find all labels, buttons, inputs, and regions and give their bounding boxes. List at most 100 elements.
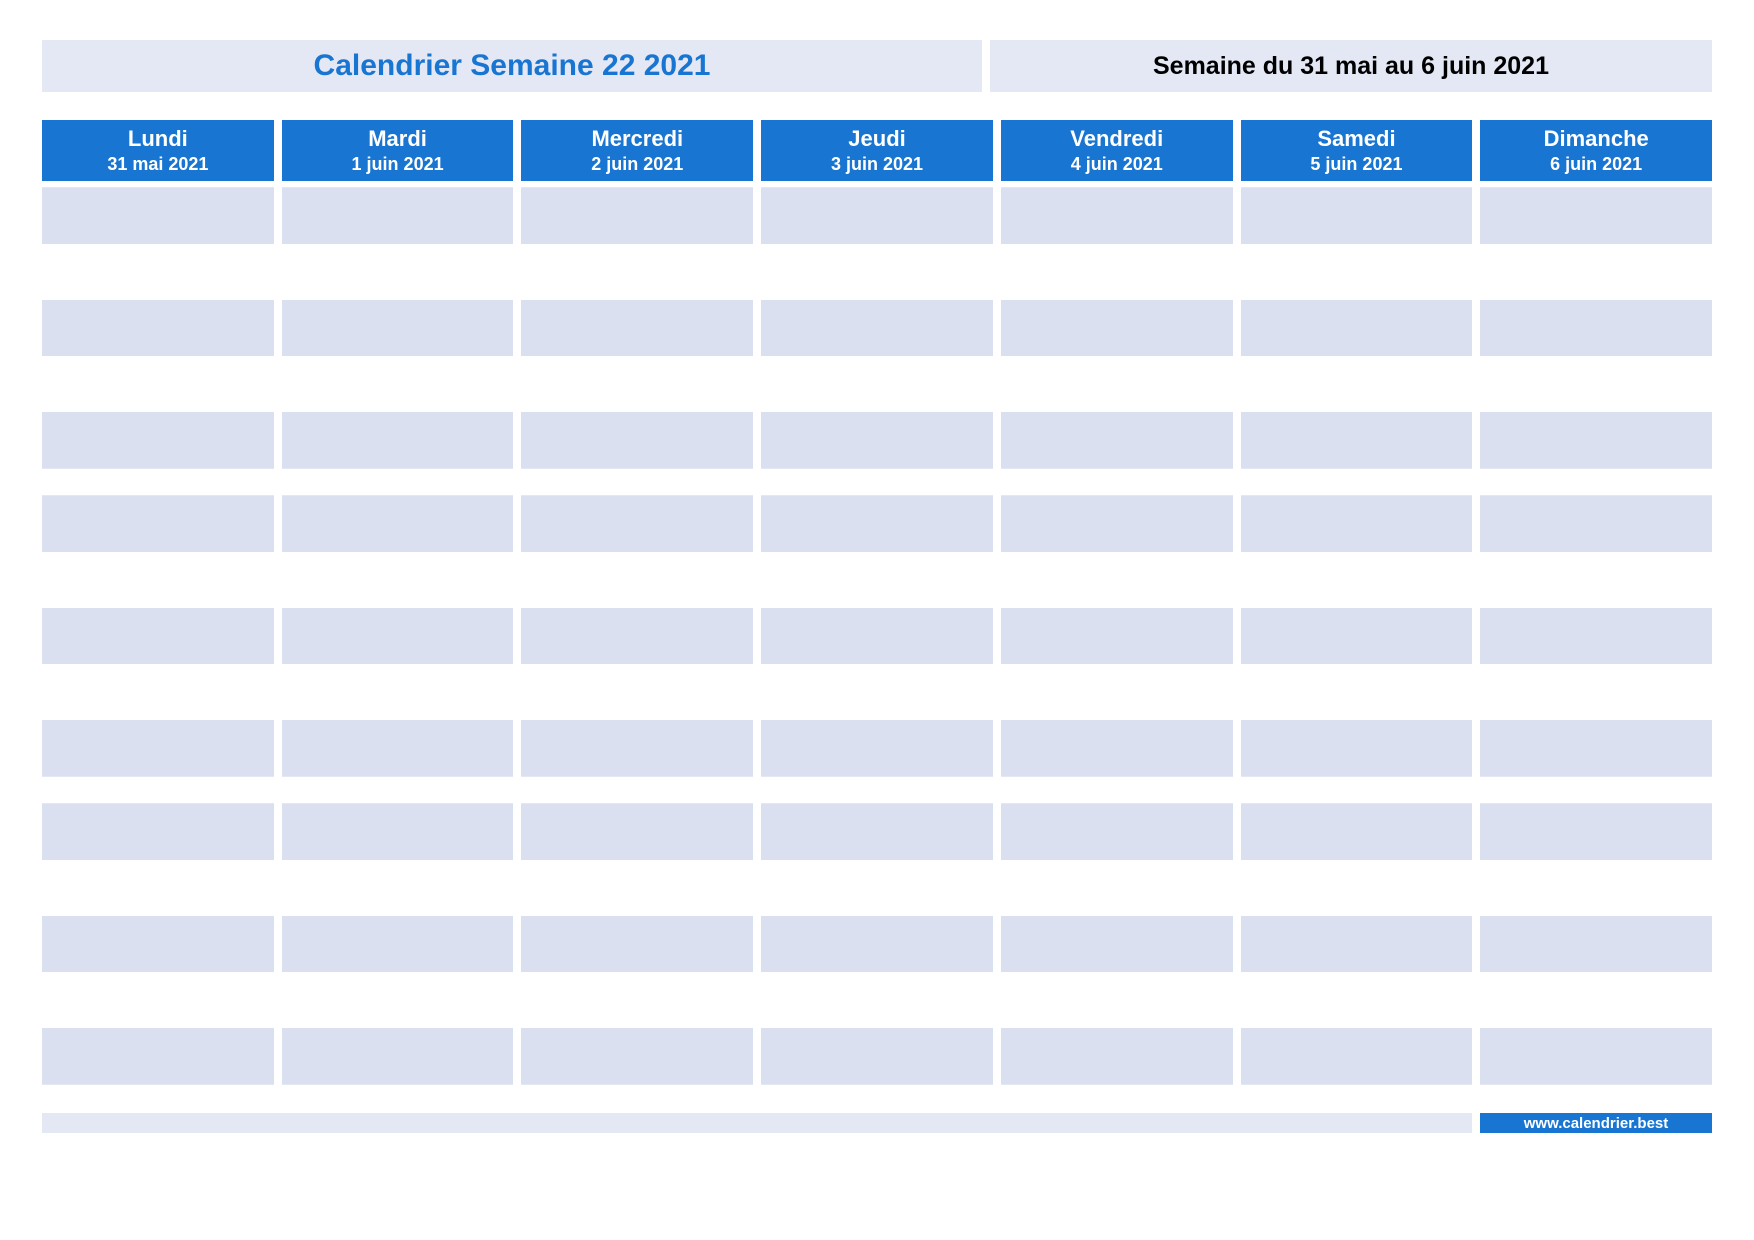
day-header-mercredi: Mercredi 2 juin 2021 xyxy=(521,120,753,181)
planner-slot xyxy=(1480,804,1712,860)
planner-slot xyxy=(1001,412,1233,468)
day-block xyxy=(1001,803,1233,1085)
planner-slot xyxy=(1241,972,1473,1028)
planner-slot xyxy=(1241,552,1473,608)
planner-slot xyxy=(521,188,753,244)
day-block xyxy=(1480,187,1712,469)
planner-slot xyxy=(42,244,274,300)
planner-slot xyxy=(761,916,993,972)
planner-slot xyxy=(282,300,514,356)
planner-slot xyxy=(1001,804,1233,860)
day-block xyxy=(282,803,514,1085)
planner-slot xyxy=(1480,608,1712,664)
planner-slot xyxy=(282,720,514,776)
planner-slot xyxy=(761,720,993,776)
planner-slot xyxy=(761,664,993,720)
planner-slot xyxy=(521,356,753,412)
planner-slot xyxy=(42,804,274,860)
planner-slot xyxy=(1480,664,1712,720)
planner-slot xyxy=(42,1028,274,1084)
planner-slot xyxy=(761,412,993,468)
planner-slot xyxy=(282,916,514,972)
day-date: 5 juin 2021 xyxy=(1241,153,1473,176)
planner-slot xyxy=(1001,1028,1233,1084)
day-block xyxy=(1001,495,1233,777)
planner-slot xyxy=(1241,496,1473,552)
days-header: Lundi 31 mai 2021 Mardi 1 juin 2021 Merc… xyxy=(42,120,1712,181)
day-block xyxy=(521,803,753,1085)
day-header-jeudi: Jeudi 3 juin 2021 xyxy=(761,120,993,181)
day-header-vendredi: Vendredi 4 juin 2021 xyxy=(1001,120,1233,181)
planner-slot xyxy=(521,664,753,720)
planner-slot xyxy=(761,608,993,664)
planner-slot xyxy=(1001,188,1233,244)
planner-slot xyxy=(42,300,274,356)
planner-slot xyxy=(42,188,274,244)
planner-slot xyxy=(42,412,274,468)
planner-slot xyxy=(1241,608,1473,664)
day-block xyxy=(761,803,993,1085)
day-header-dimanche: Dimanche 6 juin 2021 xyxy=(1480,120,1712,181)
planner-slot xyxy=(761,1028,993,1084)
day-block xyxy=(1480,803,1712,1085)
planner-slot xyxy=(1241,412,1473,468)
planner-slot xyxy=(1241,244,1473,300)
planner-slot xyxy=(1241,356,1473,412)
page-title: Calendrier Semaine 22 2021 xyxy=(42,40,982,92)
day-name: Dimanche xyxy=(1480,125,1712,153)
day-date: 6 juin 2021 xyxy=(1480,153,1712,176)
planner-slot xyxy=(282,552,514,608)
planner-slot xyxy=(1480,916,1712,972)
day-block xyxy=(761,187,993,469)
planner-slot xyxy=(42,860,274,916)
planner-slot xyxy=(521,300,753,356)
day-block xyxy=(42,495,274,777)
planner-slot xyxy=(521,804,753,860)
planner-slot xyxy=(1241,664,1473,720)
footer-site: www.calendrier.best xyxy=(1480,1113,1712,1133)
planner-slot xyxy=(42,664,274,720)
planner-slot xyxy=(42,356,274,412)
planner-slot xyxy=(282,244,514,300)
planner-slot xyxy=(282,356,514,412)
planner-slot xyxy=(761,356,993,412)
planner-slot xyxy=(1001,552,1233,608)
day-date: 4 juin 2021 xyxy=(1001,153,1233,176)
planner-slot xyxy=(1001,244,1233,300)
planner-slot xyxy=(521,916,753,972)
day-block xyxy=(1480,495,1712,777)
planner-slot xyxy=(1001,496,1233,552)
planner-slot xyxy=(42,916,274,972)
planner-slot xyxy=(1241,916,1473,972)
planner-slot xyxy=(521,244,753,300)
planner-slot xyxy=(1001,720,1233,776)
planner-slot xyxy=(761,244,993,300)
planner-slot xyxy=(761,300,993,356)
day-date: 31 mai 2021 xyxy=(42,153,274,176)
planner-slot xyxy=(1480,972,1712,1028)
day-name: Mercredi xyxy=(521,125,753,153)
footer-bar xyxy=(42,1113,1472,1133)
calendar-page: Calendrier Semaine 22 2021 Semaine du 31… xyxy=(0,0,1754,1133)
planner-slot xyxy=(1001,860,1233,916)
planner-slot xyxy=(42,720,274,776)
day-block xyxy=(282,187,514,469)
planner-slot xyxy=(1241,300,1473,356)
footer-row: www.calendrier.best xyxy=(42,1113,1712,1133)
planner-slot xyxy=(1001,608,1233,664)
planner-slot xyxy=(521,860,753,916)
planner-slot xyxy=(42,552,274,608)
planner-slot xyxy=(1480,496,1712,552)
planner-slot xyxy=(1241,1028,1473,1084)
day-block xyxy=(1241,495,1473,777)
planner-slot xyxy=(1480,1028,1712,1084)
planner-slot xyxy=(282,972,514,1028)
planner-slot xyxy=(521,1028,753,1084)
day-block xyxy=(42,187,274,469)
time-block-row xyxy=(42,803,1712,1085)
planner-slot xyxy=(1241,720,1473,776)
planner-slot xyxy=(761,972,993,1028)
day-block xyxy=(1241,803,1473,1085)
planner-slot xyxy=(1480,244,1712,300)
planner-slot xyxy=(1480,188,1712,244)
